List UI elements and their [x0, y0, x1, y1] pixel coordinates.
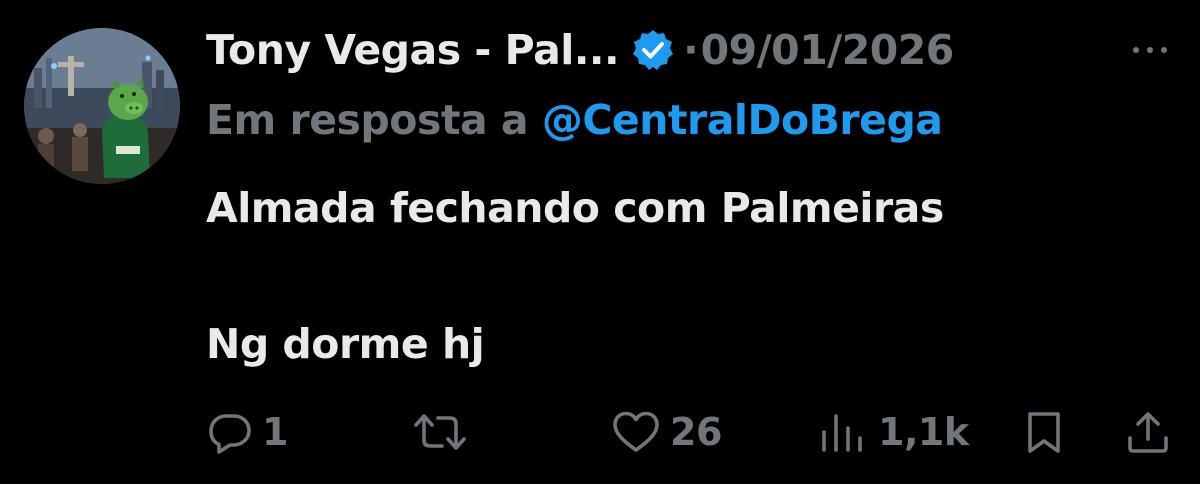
- heart-icon: [610, 408, 662, 456]
- action-bar: 1 26 1,1k: [0, 404, 1200, 460]
- reply-handle-link[interactable]: @CentralDoBrega: [542, 96, 943, 144]
- tweet-header: Tony Vegas - Pal... · 09/01/2026: [206, 20, 954, 80]
- tweet-text-line-2: Ng dorme hj: [206, 320, 485, 368]
- views-count: 1,1k: [878, 410, 969, 454]
- verified-badge-icon: [631, 28, 675, 72]
- tweet-text-line-1: Almada fechando com Palmeiras: [206, 184, 944, 232]
- reply-count: 1: [262, 410, 288, 454]
- retweet-button[interactable]: [412, 404, 468, 460]
- tweet: Tony Vegas - Pal... · 09/01/2026 Em resp…: [0, 0, 1200, 484]
- reply-prefix: Em resposta a: [206, 96, 529, 144]
- display-name[interactable]: Tony Vegas - Pal...: [206, 26, 620, 74]
- bookmark-button[interactable]: [1022, 404, 1066, 460]
- tweet-date[interactable]: 09/01/2026: [701, 26, 955, 74]
- avatar-image: [24, 28, 180, 184]
- reply-context: Em resposta a @CentralDoBrega: [206, 96, 943, 144]
- more-options-icon[interactable]: [1126, 38, 1174, 62]
- share-button[interactable]: [1124, 404, 1172, 460]
- views-chart-icon: [818, 408, 870, 456]
- separator-dot: ·: [683, 26, 699, 74]
- views-button[interactable]: 1,1k: [818, 404, 969, 460]
- reply-icon: [206, 408, 254, 456]
- avatar[interactable]: [24, 28, 180, 184]
- reply-button[interactable]: 1: [206, 404, 288, 460]
- like-count: 26: [670, 410, 722, 454]
- retweet-icon: [412, 408, 468, 456]
- like-button[interactable]: 26: [610, 404, 722, 460]
- bookmark-icon: [1022, 408, 1066, 456]
- share-icon: [1124, 408, 1172, 456]
